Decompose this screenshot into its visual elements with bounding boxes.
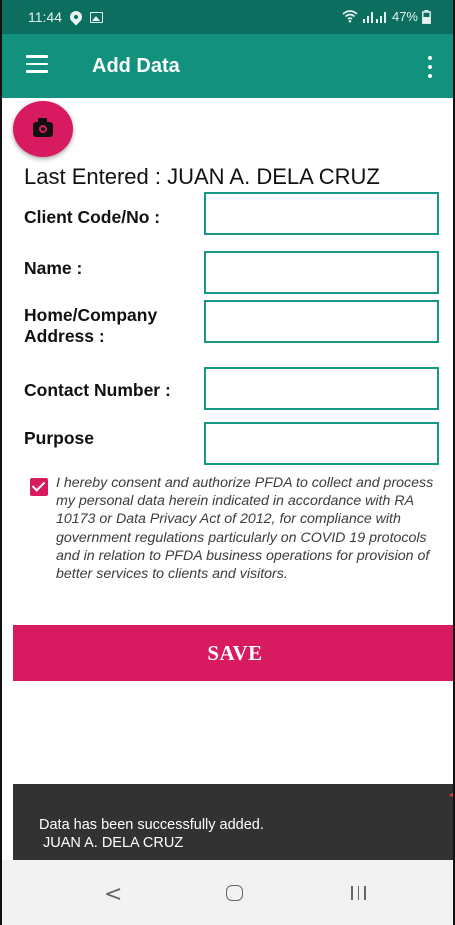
contact-number-label: Contact Number : bbox=[24, 380, 171, 400]
battery-percent: 47% bbox=[391, 9, 418, 24]
address-input[interactable] bbox=[204, 300, 439, 343]
name-label: Name : bbox=[24, 258, 83, 278]
status-bar: 11:44 47% bbox=[2, 0, 453, 34]
arrow-pointer-icon bbox=[449, 787, 453, 803]
signal-icon bbox=[362, 11, 386, 23]
recent-apps-icon[interactable] bbox=[351, 886, 366, 900]
menu-icon[interactable] bbox=[26, 55, 48, 73]
snackbar-message: Data has been successfully added. bbox=[39, 817, 264, 833]
camera-icon bbox=[33, 117, 53, 137]
client-code-input[interactable] bbox=[204, 192, 439, 235]
purpose-input[interactable] bbox=[204, 422, 439, 465]
phone-screen: 11:44 47% Add Data Last Entered: JUAN A… bbox=[0, 0, 455, 925]
app-bar: Add Data bbox=[2, 34, 453, 98]
consent-checkbox[interactable] bbox=[30, 478, 48, 496]
contact-number-input[interactable] bbox=[204, 367, 439, 410]
save-button[interactable]: SAVE bbox=[13, 625, 453, 681]
snackbar: Data has been successfully added. JUAN A… bbox=[13, 784, 453, 860]
status-time: 11:44 bbox=[28, 9, 62, 25]
purpose-label: Purpose bbox=[24, 428, 95, 448]
last-entered-text: Last Entered : JUAN A. DELA CRUZ bbox=[24, 164, 380, 189]
gallery-icon bbox=[90, 11, 103, 23]
snackbar-name: JUAN A. DELA CRUZ bbox=[43, 835, 184, 851]
location-icon bbox=[67, 8, 85, 26]
more-vert-icon[interactable] bbox=[425, 56, 435, 78]
address-label-line2: Address : bbox=[24, 326, 105, 346]
consent-text: I hereby consent and authorize PFDA to c… bbox=[56, 475, 434, 583]
camera-button[interactable] bbox=[13, 101, 73, 157]
back-icon[interactable]: < bbox=[104, 882, 122, 907]
client-code-label: Client Code/No : bbox=[24, 207, 161, 227]
page-title: Add Data bbox=[92, 55, 180, 77]
address-label: Home/Company Address : bbox=[24, 305, 157, 347]
name-input[interactable] bbox=[204, 251, 439, 294]
battery-icon bbox=[422, 9, 431, 24]
home-icon[interactable] bbox=[226, 885, 243, 901]
navigation-bar: < bbox=[2, 860, 453, 925]
wifi-icon bbox=[342, 10, 358, 23]
address-label-line1: Home/Company bbox=[24, 305, 158, 325]
